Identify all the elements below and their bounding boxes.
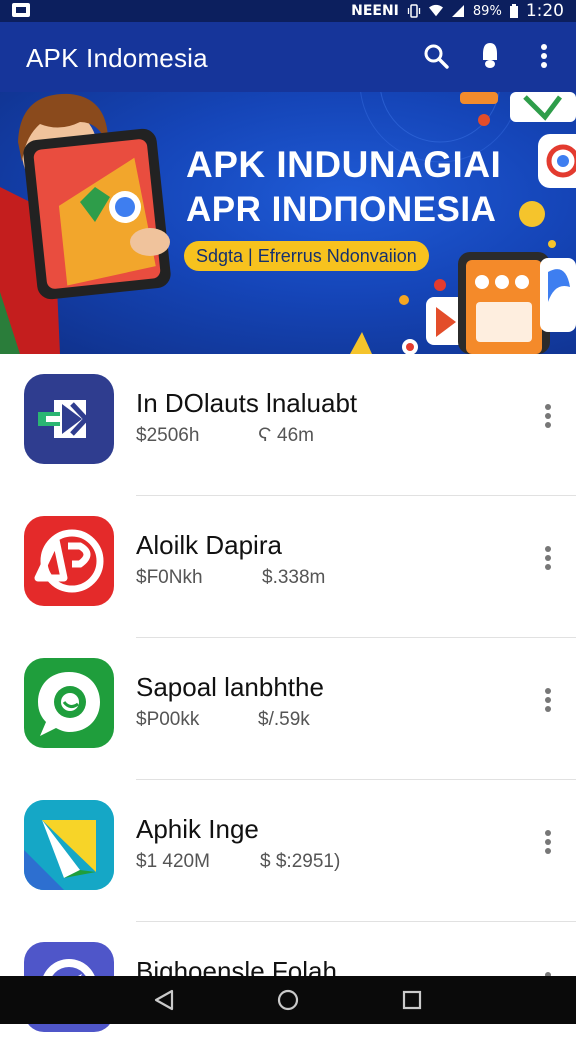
list-item[interactable]: In DOlauts lnaluabt $2506h Ϛ 46m <box>0 354 576 496</box>
dx-icon <box>24 374 114 464</box>
list-item[interactable]: Sapoal lanbhthe $P00kk $/.59k <box>0 638 576 780</box>
home-icon[interactable] <box>272 984 304 1016</box>
more-options-button[interactable] <box>526 38 562 74</box>
app-downloads: $.338m <box>262 567 326 588</box>
app-downloads: $ $:2951) <box>260 851 341 872</box>
app-name: Sapoal lanbhthe <box>136 672 324 702</box>
app-size: $2506h <box>136 425 200 446</box>
list-item[interactable]: Aloilk Dapira $F0Nkh $.338m <box>0 496 576 638</box>
app-downloads: Ϛ 46m <box>258 425 314 446</box>
battery-icon <box>509 4 518 18</box>
app-bar: APK Indomesia <box>0 22 576 92</box>
search-icon <box>424 44 449 69</box>
tablet-illustration <box>23 128 171 300</box>
app-name: Aloilk Dapira <box>136 530 282 560</box>
search-button[interactable] <box>418 38 454 74</box>
carrier-label: NEENI <box>351 3 399 19</box>
app-size: $1 420M <box>136 851 210 872</box>
more-vert-icon[interactable] <box>538 684 558 716</box>
more-vert-icon[interactable] <box>538 542 558 574</box>
app-downloads: $/.59k <box>258 709 310 730</box>
app-name: Aphik Inge <box>136 814 259 844</box>
image-icon <box>12 3 30 17</box>
system-nav-bar <box>0 976 576 1024</box>
folded-ribbon-icon <box>24 800 114 890</box>
back-icon[interactable] <box>148 984 180 1016</box>
more-vert-icon[interactable] <box>538 826 558 858</box>
app-size: $P00kk <box>136 709 200 730</box>
more-vert-icon <box>541 44 547 68</box>
status-bar: NEENI 89% 1:20 <box>0 0 576 22</box>
list-item[interactable]: Aphik Inge $1 420M $ $:2951) <box>0 780 576 922</box>
more-vert-icon[interactable] <box>538 400 558 432</box>
chat-icon <box>24 658 114 748</box>
banner-subheadline: APR INDΠONESIA <box>186 190 497 229</box>
app-name: In DOlauts lnaluabt <box>136 388 358 418</box>
battery-percent: 89% <box>472 3 502 19</box>
banner-tagline: Sdgta | Efrerrus Ndonvaiion <box>184 241 429 271</box>
clock: 1:20 <box>525 1 564 21</box>
app-title: APK Indomesia <box>26 43 208 73</box>
notification-icon <box>483 43 497 68</box>
ap-icon <box>24 516 114 606</box>
app-size: $F0Nkh <box>136 567 203 588</box>
signal-icon <box>451 5 464 17</box>
banner-headline: APK INDUNAGIAI <box>186 144 502 185</box>
wifi-icon <box>428 4 443 17</box>
notification-button[interactable] <box>472 38 508 74</box>
promo-banner[interactable]: APK INDUNAGIAI APR INDΠONESIA Sdgta | Ef… <box>0 92 576 354</box>
vibrate-icon <box>407 4 421 18</box>
recents-icon[interactable] <box>396 984 428 1016</box>
